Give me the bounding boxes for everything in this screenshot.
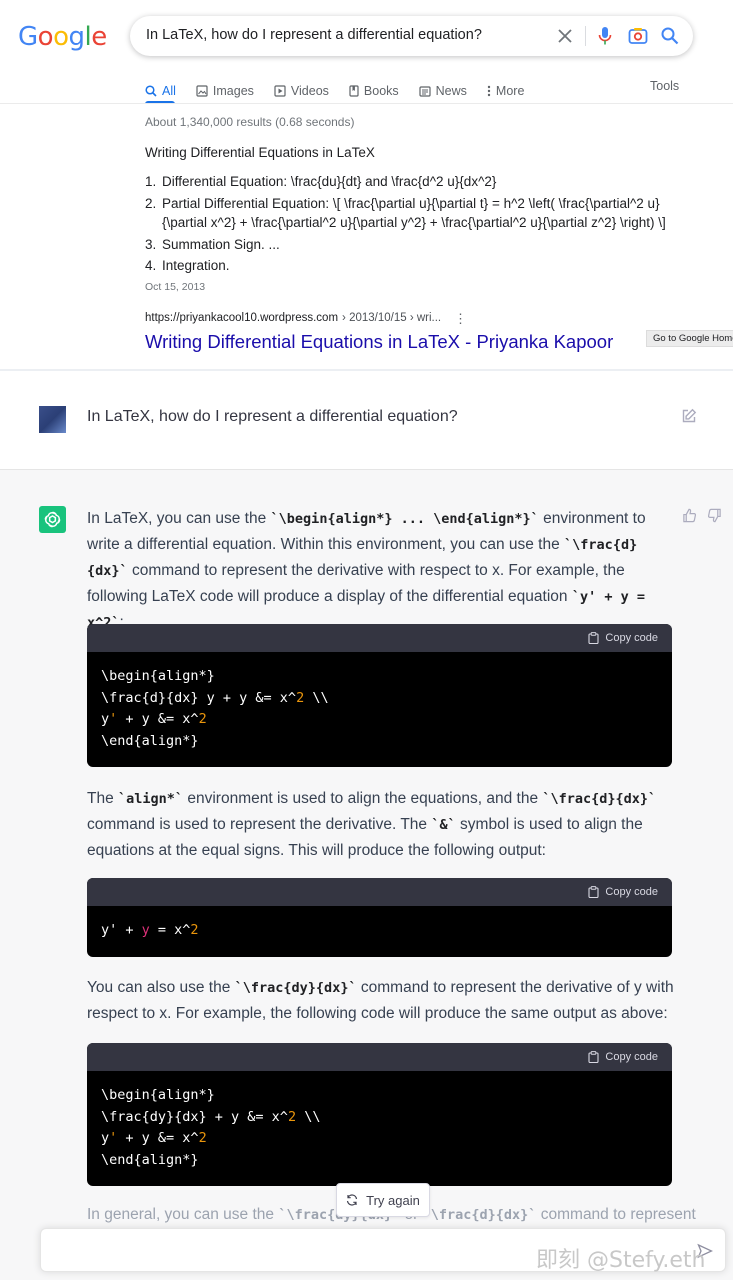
thumbs-up-icon[interactable] [682, 508, 697, 528]
user-message-row: In LaTeX, how do I represent a different… [0, 371, 733, 470]
inline-code: `\begin{align*} ... \end{align*}` [270, 511, 539, 527]
tab-label: All [162, 84, 176, 98]
code-content: \begin{align*} \frac{d}{dx} y + y &= x^2 … [87, 652, 672, 766]
response-paragraph: The `align*` environment is used to alig… [87, 790, 657, 859]
code-line: \frac{d}{dx} y + y &= x^2 \\ [101, 689, 329, 706]
code-block: Copy code y' + y = x^2 [87, 878, 672, 957]
result-domain: https://priyankacool10.wordpress.com [145, 312, 339, 324]
response-paragraph: You can also use the `\frac{dy}{dx}` com… [87, 979, 674, 1022]
tab-books[interactable]: Books [349, 78, 399, 104]
code-block: Copy code \begin{align*} \frac{dy}{dx} + … [87, 1043, 672, 1186]
list-item: 4. Integration. [145, 258, 230, 273]
try-again-button[interactable]: Try again [336, 1183, 430, 1217]
user-message: In LaTeX, how do I represent a different… [87, 408, 458, 425]
tab-images[interactable]: Images [196, 78, 254, 104]
clipboard-icon [588, 632, 599, 644]
search-divider [585, 26, 586, 46]
avatar [39, 406, 66, 433]
result-title-link[interactable]: Writing Differential Equations in LaTeX … [145, 331, 613, 353]
assistant-message-row: In LaTeX, you can use the `\begin{align*… [0, 470, 733, 1280]
more-dots-icon [487, 85, 491, 97]
code-content: \begin{align*} \frac{dy}{dx} + y &= x^2 \… [87, 1071, 672, 1185]
inline-code: `&` [431, 817, 456, 833]
code-line: \begin{align*} [101, 1087, 215, 1103]
tab-label: Books [363, 84, 399, 98]
thumbs-down-icon[interactable] [707, 508, 722, 528]
inline-code: `\frac{d}{dx}` [542, 791, 657, 807]
book-icon [349, 85, 359, 97]
camera-lens-icon[interactable] [626, 24, 650, 48]
code-block-header: Copy code [87, 624, 672, 652]
code-block-header: Copy code [87, 878, 672, 906]
edit-icon[interactable] [681, 408, 697, 429]
list-item: 3. Summation Sign. ... [145, 236, 280, 252]
list-item: 2. Partial Differential Equation: \[ \fra… [145, 195, 666, 231]
tab-videos[interactable]: Videos [274, 78, 329, 104]
chatgpt-logo-icon [39, 506, 66, 533]
copy-code-button[interactable]: Copy code [605, 1051, 658, 1063]
tab-label: Videos [290, 84, 329, 98]
copy-code-button[interactable]: Copy code [605, 632, 658, 644]
inline-code: `\frac{dy}{dx}` [234, 980, 357, 996]
try-again-label: Try again [366, 1192, 420, 1208]
code-block-header: Copy code [87, 1043, 672, 1071]
code-line: y' + y = x^2 [101, 922, 199, 938]
tab-news[interactable]: News [419, 78, 467, 104]
search-icon[interactable] [658, 24, 682, 48]
video-icon [274, 85, 286, 97]
mic-icon[interactable] [593, 24, 617, 48]
code-block: Copy code \begin{align*} \frac{d}{dx} y +… [87, 624, 672, 767]
inline-code: `align*` [118, 791, 184, 807]
code-content: y' + y = x^2 [87, 906, 672, 956]
copy-code-button[interactable]: Copy code [605, 886, 658, 898]
featured-snippet-title: Writing Differential Equations in LaTeX [145, 145, 375, 160]
tab-label: More [495, 84, 525, 98]
watermark: 即刻 @Stefy.eth [536, 1248, 706, 1273]
google-logo[interactable]: Google [18, 22, 107, 52]
code-line: \end{align*} [101, 732, 199, 749]
result-url[interactable]: https://priyankacool10.wordpress.com › 2… [145, 312, 441, 324]
tab-label: Images [212, 84, 254, 98]
result-stats: About 1,340,000 results (0.68 seconds) [145, 115, 355, 129]
featured-snippet-list: 1. Differential Equation: \frac{du}{dt} a… [145, 172, 675, 278]
code-line: \end{align*} [101, 1151, 199, 1168]
tools-button[interactable]: Tools [650, 79, 679, 93]
tab-label: News [435, 84, 467, 98]
search-tabs: All Images Videos Books News More [145, 78, 544, 104]
inline-code: `\frac{d}{dx}` [422, 1207, 537, 1223]
result-menu-icon[interactable]: ⋮ [454, 311, 467, 327]
code-line: \frac{dy}{dx} + y &= x^2 \\ [101, 1108, 321, 1125]
result-path: › 2013/10/15 › wri... [342, 312, 442, 324]
list-item: 1. Differential Equation: \frac{du}{dt} a… [145, 174, 497, 189]
code-line: y' + y &= x^2 [101, 1130, 207, 1146]
search-input[interactable]: In LaTeX, how do I represent a different… [146, 27, 482, 43]
clipboard-icon [588, 1051, 599, 1063]
go-to-google-home-tooltip[interactable]: Go to Google Home [646, 330, 733, 347]
refresh-icon [347, 1194, 358, 1206]
snippet-date: Oct 15, 2013 [145, 281, 206, 293]
code-line: y' + y &= x^2 [101, 711, 207, 727]
news-icon [419, 85, 431, 97]
response-paragraph: In LaTeX, you can use the `\begin{align*… [87, 510, 646, 631]
code-line: \begin{align*} [101, 668, 215, 684]
search-box[interactable]: In LaTeX, how do I represent a different… [130, 16, 693, 56]
clipboard-icon [588, 886, 599, 898]
tab-more[interactable]: More [487, 78, 524, 104]
clear-icon[interactable] [553, 24, 577, 48]
image-icon [196, 85, 208, 97]
header-divider [0, 103, 733, 104]
search-icon [145, 85, 157, 97]
